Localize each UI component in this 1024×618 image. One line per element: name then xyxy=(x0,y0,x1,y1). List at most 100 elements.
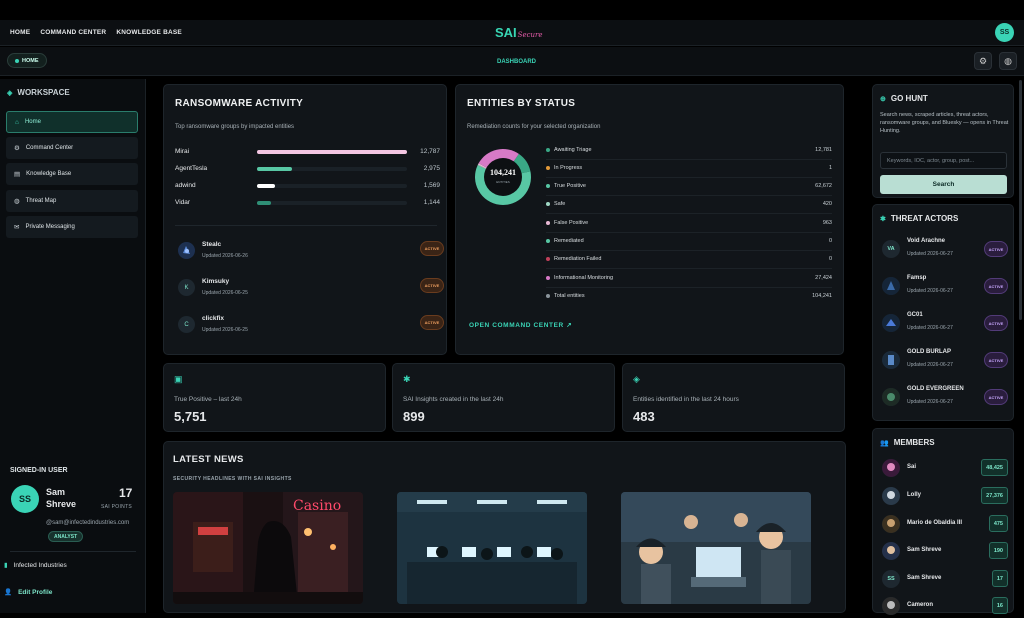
status-row[interactable]: False Positive 963 xyxy=(546,215,832,233)
building-icon: ▮ xyxy=(4,562,8,569)
members-card: 👥 MEMBERS Sai 48,425 Lolly 27,376 Mario de … xyxy=(872,428,1014,615)
actor-name: GOLD EVERGREEN xyxy=(907,386,964,392)
user-email: @sam@infectedindustries.com xyxy=(46,520,130,526)
list-item[interactable]: Stealc Updated 2026-06-26 ACTIVE xyxy=(178,239,444,265)
donut-total: 104,241 xyxy=(490,168,516,177)
avatar xyxy=(882,597,900,615)
app-logo[interactable]: SAISecure xyxy=(495,25,543,40)
org-name: Infected Industries xyxy=(13,561,67,569)
list-item[interactable]: Cameron 16 xyxy=(882,594,1008,618)
go-hunt-title: GO HUNT xyxy=(890,94,928,103)
open-command-center-link[interactable]: OPEN COMMAND CENTER ↗ xyxy=(469,321,572,329)
breadcrumb-bar: HOME DASHBOARD ⚙ ◍ xyxy=(0,47,1024,76)
bar-track xyxy=(257,167,407,171)
list-item[interactable]: VA Void Arachne Updated 2026-06-27 ACTIVE xyxy=(882,236,1008,262)
actor-name: Famsp xyxy=(907,275,927,281)
sidebar-item-knowledge-base[interactable]: ▤ Knowledge Base xyxy=(6,163,138,185)
nav-home[interactable]: HOME xyxy=(10,29,30,36)
list-item[interactable]: Famsp Updated 2026-06-27 ACTIVE xyxy=(882,273,1008,299)
ransomware-group-avatar: C xyxy=(178,316,195,333)
group-name: clickfix xyxy=(202,315,225,322)
updated-date: Updated 2026-06-25 xyxy=(202,290,248,296)
ransomware-group-avatar: K xyxy=(178,279,195,296)
status-row[interactable]: Informational Monitoring 27,424 xyxy=(546,270,832,288)
logo-text: SAI xyxy=(495,25,517,40)
news-article-image[interactable]: Casino xyxy=(173,492,363,604)
bar-value: 1,144 xyxy=(423,199,440,206)
updated-date: Updated 2026-06-27 xyxy=(907,399,953,405)
ransomware-bar-row[interactable]: Vidar 1,144 xyxy=(175,198,440,208)
status-row[interactable]: In Progress 1 xyxy=(546,160,832,178)
latest-news-card: LATEST NEWS SECURITY HEADLINES WITH SAI … xyxy=(163,441,846,613)
list-item[interactable]: C clickfix Updated 2026-06-25 ACTIVE xyxy=(178,313,444,339)
news-article-image[interactable] xyxy=(621,492,811,604)
status-row[interactable]: Remediated 0 xyxy=(546,233,832,251)
nav-command-center[interactable]: COMMAND CENTER xyxy=(40,29,106,36)
casino-sign: Casino xyxy=(293,498,341,514)
ransomware-bar-row[interactable]: adwind 1,569 xyxy=(175,181,440,191)
member-name: Sam Shreve xyxy=(907,575,942,581)
layers-icon: ◈ xyxy=(7,89,13,97)
search-button[interactable]: Search xyxy=(880,175,1007,194)
stat-value: 483 xyxy=(633,409,655,424)
status-label: Informational Monitoring xyxy=(554,275,614,281)
signed-in-heading: SIGNED-IN USER xyxy=(10,467,68,474)
breadcrumb-label: HOME xyxy=(22,57,39,64)
list-item[interactable]: Sam Shreve 190 xyxy=(882,539,1008,563)
status-row[interactable]: Remediation Failed 0 xyxy=(546,251,832,269)
status-value: 0 xyxy=(828,256,832,262)
card-title: ENTITIES BY STATUS xyxy=(467,98,576,109)
nav-knowledge-base[interactable]: KNOWLEDGE BASE xyxy=(116,29,182,36)
status-dot xyxy=(546,166,550,170)
bar-fill xyxy=(257,167,292,171)
stat-label: True Positive – last 24h xyxy=(174,396,242,403)
bar-track xyxy=(257,201,407,205)
globe-button[interactable]: ◍ xyxy=(999,52,1017,70)
list-item[interactable]: Sai 48,425 xyxy=(882,456,1008,480)
entities-donut-chart[interactable]: 104,241 ENTITIES xyxy=(466,140,540,214)
gear-icon: ⚙ xyxy=(14,145,20,152)
logo-script: Secure xyxy=(517,31,543,39)
stat-label: Entities identified in the last 24 hours xyxy=(633,396,739,403)
scrollbar[interactable] xyxy=(1019,80,1022,320)
status-row[interactable]: Safe 420 xyxy=(546,196,832,214)
breadcrumb[interactable]: HOME xyxy=(7,53,47,68)
home-dot-icon xyxy=(15,58,19,63)
organization-link[interactable]: ▮ Infected Industries xyxy=(4,561,67,570)
settings-button[interactable]: ⚙ xyxy=(974,52,992,70)
users-icon: 👥 xyxy=(880,439,889,447)
list-item[interactable]: Lolly 27,376 xyxy=(882,484,1008,508)
book-icon: ▤ xyxy=(14,171,21,178)
status-row[interactable]: True Positive 62,672 xyxy=(546,178,832,196)
status-value: 420 xyxy=(822,201,832,207)
list-item[interactable]: GOLD EVERGREEN Updated 2026-06-27 ACTIVE xyxy=(882,384,1008,410)
external-link-icon: ↗ xyxy=(566,322,573,329)
status-badge: ACTIVE xyxy=(420,315,444,330)
status-value: 62,672 xyxy=(815,183,832,189)
sidebar-item-home[interactable]: ⌂ Home xyxy=(6,111,138,133)
ransomware-bar-row[interactable]: Mirai 12,787 xyxy=(175,147,440,157)
status-row[interactable]: Total entities 104,241 xyxy=(546,288,832,306)
list-item[interactable]: SS Sam Shreve 17 xyxy=(882,567,1008,591)
sidebar-item-threat-map[interactable]: ◍ Threat Map xyxy=(6,190,138,212)
signed-in-user-card: SIGNED-IN USER SS Sam Shreve 17 SAI POIN… xyxy=(6,458,140,608)
edit-profile-link[interactable]: 👤 Edit Profile xyxy=(4,588,52,597)
stat-label: SAI Insights created in the last 24h xyxy=(403,396,504,403)
ransomware-activity-card: RANSOMWARE ACTIVITY Top ransomware group… xyxy=(163,84,447,355)
ransomware-bar-row[interactable]: AgentTesla 2,975 xyxy=(175,164,440,174)
status-dot xyxy=(546,276,550,280)
card-subtitle: Remediation counts for your selected org… xyxy=(467,124,601,130)
user-avatar[interactable]: SS xyxy=(995,23,1014,42)
status-row[interactable]: Awaiting Triage 12,781 xyxy=(546,142,832,160)
list-item[interactable]: Mario de Obaldia III 475 xyxy=(882,512,1008,536)
link-label: OPEN COMMAND CENTER xyxy=(469,322,564,329)
sidebar-item-command-center[interactable]: ⚙ Command Center xyxy=(6,137,138,159)
threat-actors-title: THREAT ACTORS xyxy=(890,214,959,223)
list-item[interactable]: GC01 Updated 2026-06-27 ACTIVE xyxy=(882,310,1008,336)
list-item[interactable]: K Kimsuky Updated 2026-06-25 ACTIVE xyxy=(178,276,444,302)
list-item[interactable]: GOLD BURLAP Updated 2026-06-27 ACTIVE xyxy=(882,347,1008,373)
news-article-image[interactable] xyxy=(397,492,587,604)
search-input[interactable]: Keywords, IOC, actor, group, post... xyxy=(880,152,1007,169)
member-points: 16 xyxy=(991,597,1008,614)
sidebar-item-private-messaging[interactable]: ✉ Private Messaging xyxy=(6,216,138,238)
